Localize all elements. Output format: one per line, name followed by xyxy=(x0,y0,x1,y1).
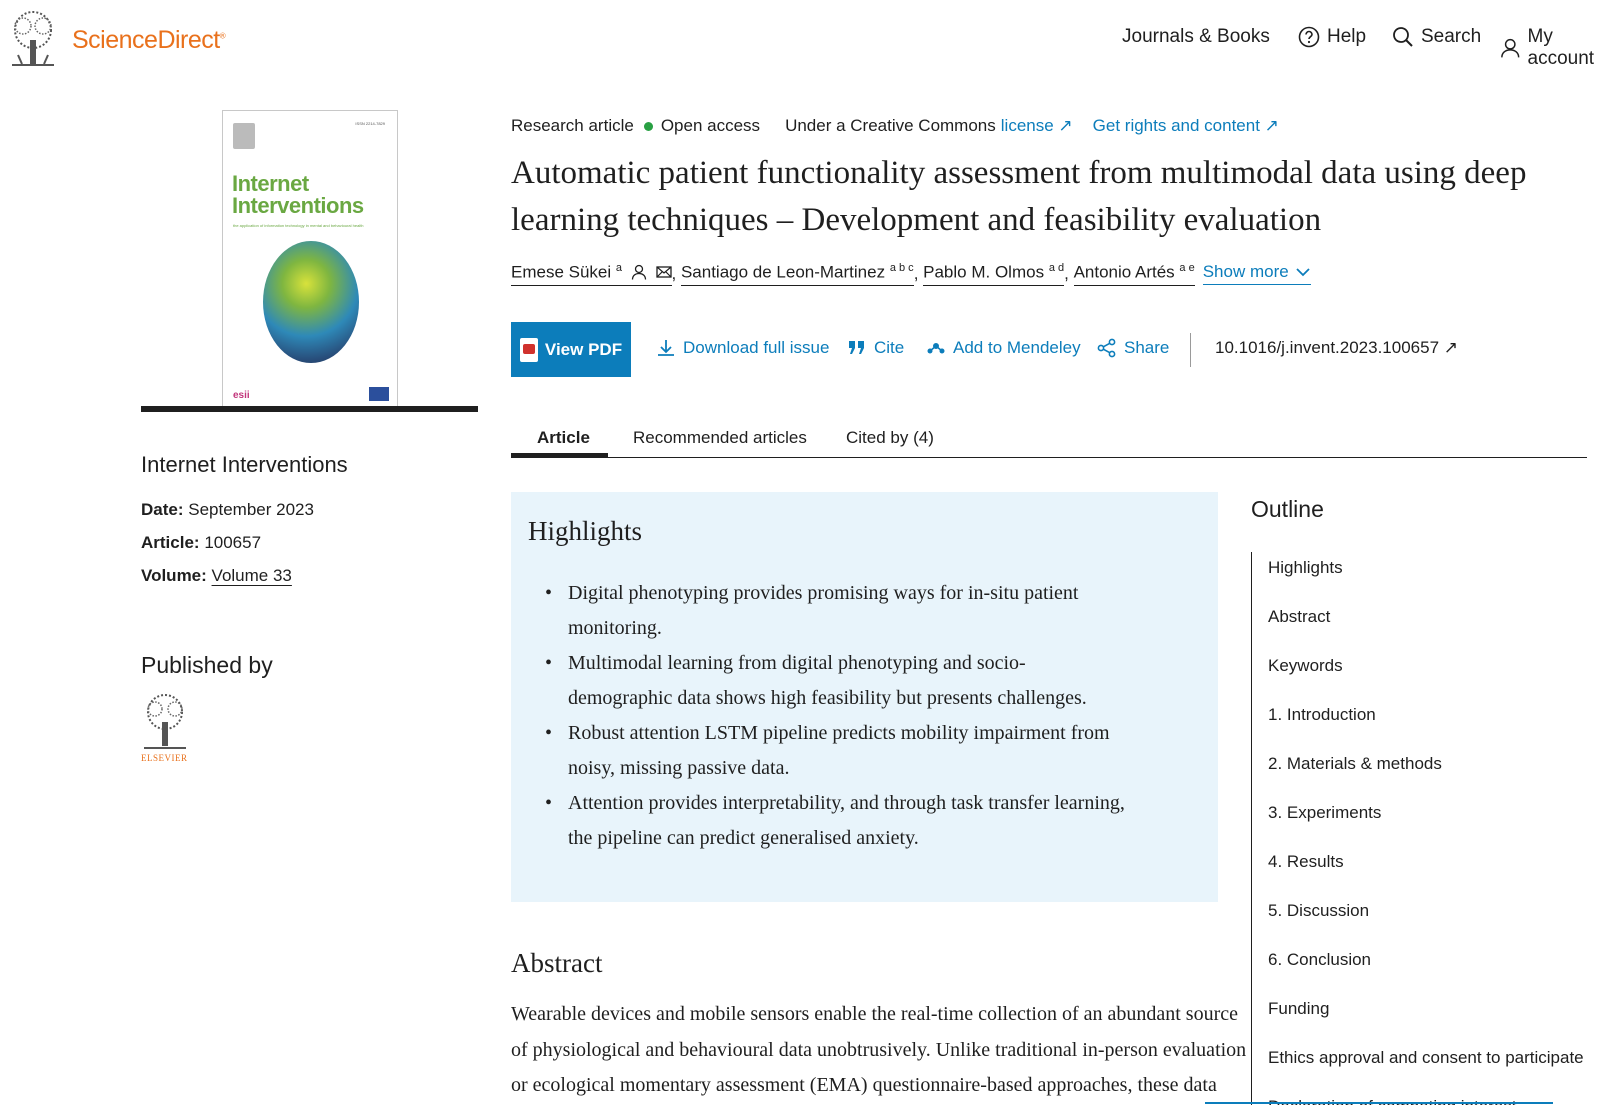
outline-item-keywords[interactable]: Keywords xyxy=(1268,656,1343,676)
outline-item-materials-methods[interactable]: 2. Materials & methods xyxy=(1268,754,1442,774)
download-icon xyxy=(658,340,674,356)
outline-item-results[interactable]: 4. Results xyxy=(1268,852,1344,872)
outline-item-abstract[interactable]: Abstract xyxy=(1268,607,1330,627)
download-full-issue-button[interactable]: Download full issue xyxy=(656,338,829,358)
chevron-down-icon xyxy=(1296,268,1310,277)
elsevier-wordmark: ELSEVIER xyxy=(141,753,188,763)
rights-link[interactable]: Get rights and content ↗ xyxy=(1093,116,1279,136)
tab-cited-by[interactable]: Cited by (4) xyxy=(846,428,934,448)
author-link[interactable]: Santiago de Leon-Martinez a b c xyxy=(680,262,914,286)
article-number-line: Article: 100657 xyxy=(141,533,262,552)
article-type: Research article xyxy=(511,116,634,135)
cover-globe-image xyxy=(263,241,359,363)
abstract-text: Wearable devices and mobile sensors enab… xyxy=(511,997,1247,1104)
outline-item-experiments[interactable]: 3. Experiments xyxy=(1268,803,1381,823)
outline-rail xyxy=(1251,552,1252,1105)
volume-line: Volume: Volume 33 xyxy=(141,566,292,585)
cover-title: Internet Interventions xyxy=(232,171,364,218)
show-more-button[interactable]: Show more xyxy=(1202,262,1311,286)
search-icon xyxy=(1393,27,1413,47)
mendeley-icon xyxy=(927,343,945,354)
sciencedirect-logo[interactable]: ScienceDirect® xyxy=(72,26,226,55)
doi-link[interactable]: 10.1016/j.invent.2023.100657 ↗ xyxy=(1215,338,1458,358)
pdf-icon xyxy=(519,337,538,362)
published-by-heading: Published by xyxy=(141,652,273,678)
tab-article[interactable]: Article xyxy=(537,428,590,448)
share-icon xyxy=(1097,338,1116,358)
help-icon xyxy=(1298,26,1320,48)
cover-footer-logo: esii xyxy=(233,390,250,401)
journal-cover[interactable]: ISSN 2214-7829 Internet Interventions th… xyxy=(222,110,398,408)
highlight-item: Attention provides interpretability, and… xyxy=(545,786,1125,856)
actions-divider xyxy=(1190,333,1191,367)
open-access-label: Open access xyxy=(660,116,761,135)
my-account-link[interactable]: My account xyxy=(1500,26,1618,70)
journal-name[interactable]: Internet Interventions xyxy=(141,452,348,478)
author-link[interactable]: Antonio Artés a e xyxy=(1073,262,1195,286)
highlight-item: Digital phenotyping provides promising w… xyxy=(545,576,1125,646)
highlights-heading: Highlights xyxy=(528,516,643,546)
date-line: Date: September 2023 xyxy=(141,500,314,519)
journals-books-link[interactable]: Journals & Books xyxy=(1122,26,1270,48)
tabs-baseline xyxy=(511,457,1587,458)
active-tab-indicator xyxy=(511,453,608,458)
help-link[interactable]: Help xyxy=(1298,26,1366,48)
outline-scroll-indicator xyxy=(1205,1102,1553,1104)
outline-item-ethics[interactable]: Ethics approval and consent to participa… xyxy=(1268,1048,1584,1068)
share-button[interactable]: Share xyxy=(1097,338,1169,358)
elsevier-publisher-icon[interactable] xyxy=(141,694,189,752)
person-icon xyxy=(631,264,646,280)
cover-isri-logo xyxy=(369,387,389,401)
highlight-item: Multimodal learning from digital phenoty… xyxy=(545,646,1125,716)
add-to-mendeley-button[interactable]: Add to Mendeley xyxy=(926,338,1081,358)
highlights-list: Digital phenotyping provides promising w… xyxy=(545,576,1125,856)
elsevier-tree-icon[interactable] xyxy=(8,10,58,68)
article-tagline: Research article Open access Under a Cre… xyxy=(511,116,1279,136)
article-title: Automatic patient functionality assessme… xyxy=(511,155,1527,238)
highlight-item: Robust attention LSTM pipeline predicts … xyxy=(545,716,1125,786)
search-link[interactable]: Search xyxy=(1392,26,1481,48)
outline-item-funding[interactable]: Funding xyxy=(1268,999,1329,1019)
author-list: Emese Sükei a , Santiago de Leon-Martine… xyxy=(511,262,1311,286)
outline-item-discussion[interactable]: 5. Discussion xyxy=(1268,901,1369,921)
user-icon xyxy=(1501,38,1520,58)
author-link[interactable]: Pablo M. Olmos a d xyxy=(923,262,1065,286)
outline-item-highlights[interactable]: Highlights xyxy=(1268,558,1343,578)
outline-item-conclusion[interactable]: 6. Conclusion xyxy=(1268,950,1371,970)
cover-issn: ISSN 2214-7829 xyxy=(355,121,385,126)
license-link[interactable]: license ↗ xyxy=(1001,116,1073,136)
cite-button[interactable]: Cite xyxy=(847,338,904,358)
tab-recommended-articles[interactable]: Recommended articles xyxy=(633,428,807,448)
cover-divider xyxy=(141,406,478,412)
view-pdf-button[interactable]: View PDF xyxy=(511,322,631,377)
abstract-line: Wearable devices and mobile sensors enab… xyxy=(511,1003,1238,1025)
abstract-heading: Abstract xyxy=(511,948,603,978)
highlights-box: Highlights Digital phenotyping provides … xyxy=(511,492,1218,902)
site-header: ScienceDirect® Journals & Books Help Sea… xyxy=(0,0,1618,80)
outline-heading: Outline xyxy=(1251,496,1324,522)
quote-icon xyxy=(849,341,864,354)
author-link[interactable]: Emese Sükei a xyxy=(511,262,672,286)
volume-link[interactable]: Volume 33 xyxy=(212,566,292,585)
open-access-dot-icon xyxy=(643,121,653,131)
outline-item-introduction[interactable]: 1. Introduction xyxy=(1268,705,1376,725)
cover-subtitle: the application of information technolog… xyxy=(233,223,364,228)
abstract-line: of physiological and behavioural data un… xyxy=(511,1038,1247,1061)
email-icon xyxy=(655,266,672,278)
license-prefix: Under a Creative Commons xyxy=(785,116,996,135)
cover-publisher-logo xyxy=(233,123,255,149)
abstract-line: or ecological momentary assessment (EMA)… xyxy=(511,1074,1217,1096)
